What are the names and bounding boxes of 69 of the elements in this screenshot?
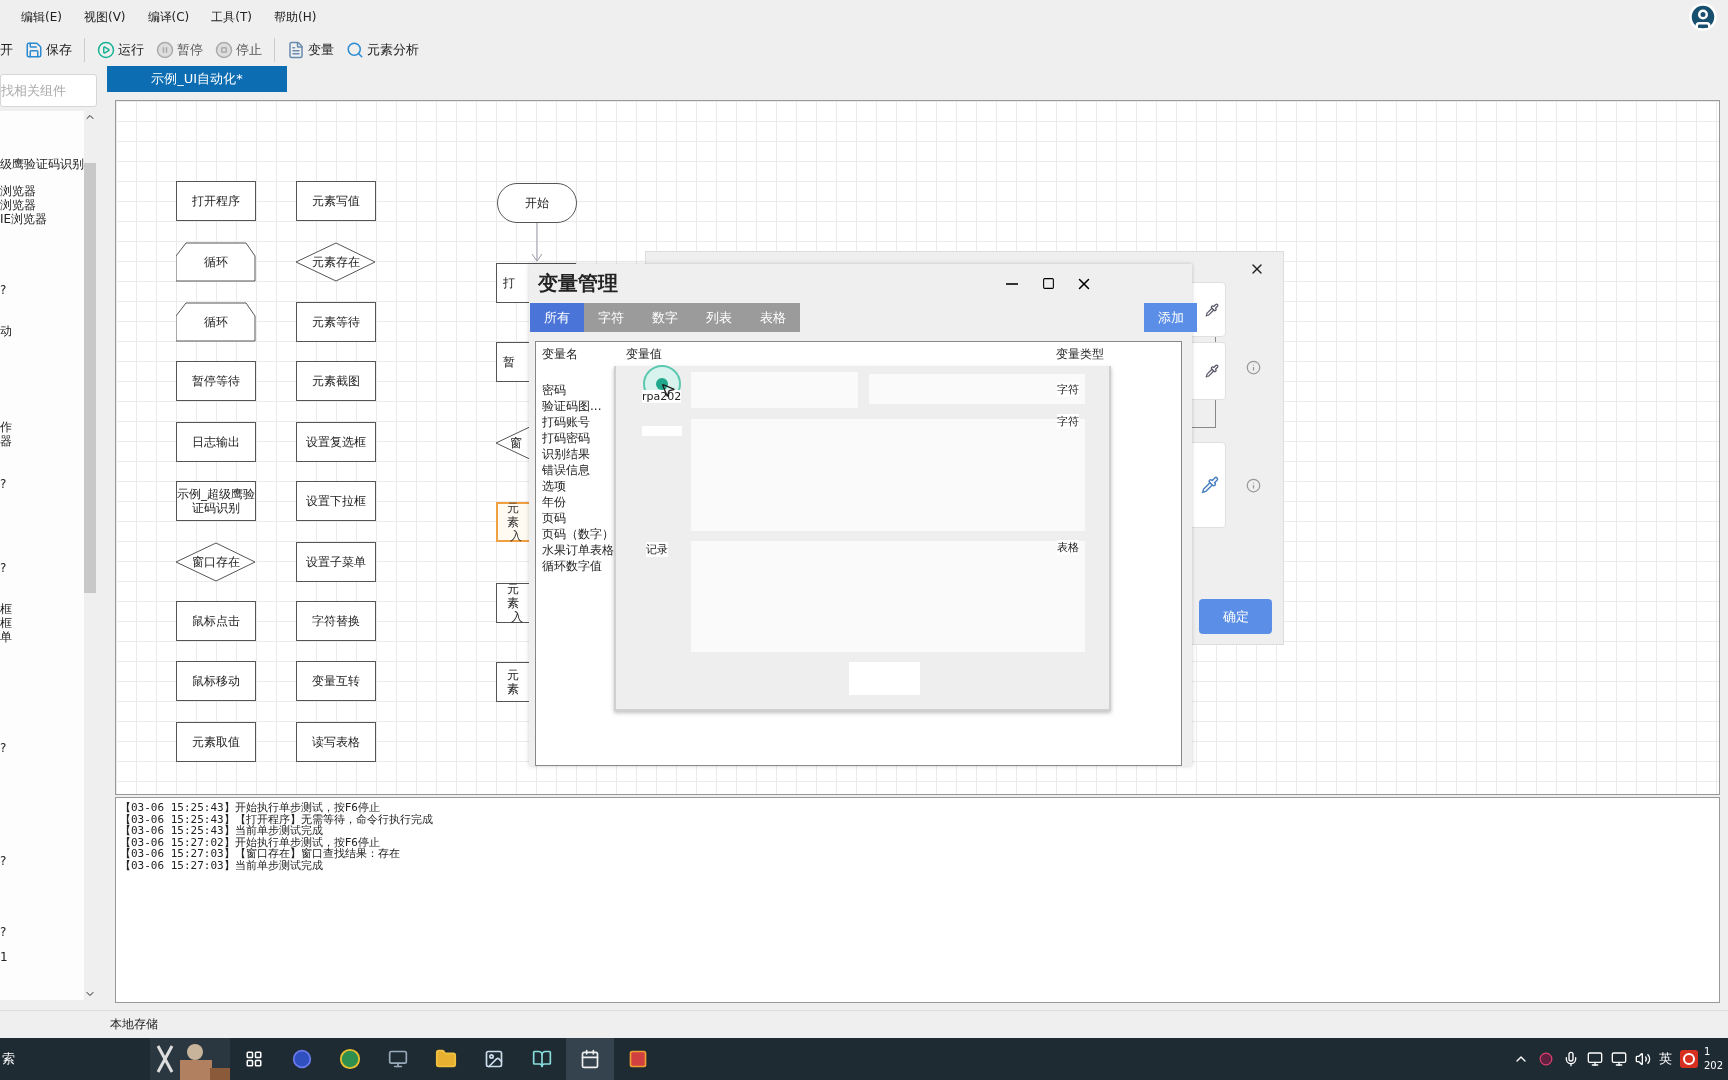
toolbar-button[interactable]: 开 xyxy=(0,41,13,59)
component-item[interactable]: 框 xyxy=(0,602,84,616)
input-language[interactable]: 英 xyxy=(1659,1050,1672,1068)
component-item[interactable]: 1 xyxy=(0,950,84,964)
component-item[interactable]: IE浏览器 xyxy=(0,212,84,226)
status-text: 本地存储 xyxy=(110,1016,158,1033)
log-line: 【03-06 15:27:02】开始执行单步测试，按F6停止 xyxy=(120,836,380,849)
component-item[interactable]: ? xyxy=(0,283,84,297)
component-item[interactable]: 框 xyxy=(0,616,84,630)
component-item[interactable]: 级鹰验证码识别 xyxy=(0,157,84,171)
value-text: rpa202 xyxy=(642,390,682,403)
palette-node[interactable]: 打开程序 xyxy=(176,181,256,221)
menu-item[interactable]: 工具(T) xyxy=(211,8,252,26)
search-text[interactable]: 索 xyxy=(0,1050,150,1068)
log-line: 【03-06 15:27:03】【窗口存在】窗口查找结果：存在 xyxy=(120,848,401,860)
palette-node[interactable]: 元素取值 xyxy=(176,722,256,762)
palette-node[interactable]: 变量互转 xyxy=(296,661,376,701)
log-line: 【03-06 15:27:03】当前单步测试完成 xyxy=(120,859,323,872)
palette-node[interactable]: 窗口存在 xyxy=(176,542,256,582)
palette-node[interactable]: 元素存在 xyxy=(296,242,376,282)
palette-node[interactable]: 日志输出 xyxy=(176,422,256,462)
menu-item[interactable]: 编译(C) xyxy=(147,8,190,26)
toolbar-button[interactable]: 保存 xyxy=(25,41,72,59)
menu-item[interactable]: 编辑(E) xyxy=(21,8,62,26)
column-header: 变量名 xyxy=(542,345,579,363)
toolbar-button[interactable]: 变量 xyxy=(287,41,334,59)
component-item[interactable]: ? xyxy=(0,925,84,939)
menu-item[interactable]: 帮助(H) xyxy=(274,8,317,26)
log-line: 【03-06 15:25:43】开始执行单步测试，按F6停止 xyxy=(120,802,381,814)
component-item[interactable]: 动 xyxy=(0,324,84,338)
palette-node[interactable]: 设置下拉框 xyxy=(296,481,376,521)
document-tab[interactable]: 示例_UI自动化* xyxy=(107,66,287,92)
palette-node[interactable]: 鼠标点击 xyxy=(176,601,256,641)
clock[interactable]: 1 202 xyxy=(1704,1045,1728,1073)
toolbar-button[interactable]: 元素分析 xyxy=(346,41,419,59)
search-field[interactable]: 找相关组件 xyxy=(0,74,97,107)
component-item[interactable]: ? xyxy=(0,741,84,755)
start-node: 开始 xyxy=(497,183,577,223)
component-item[interactable]: 浏览器 xyxy=(0,198,84,212)
palette-node[interactable]: 设置子菜单 xyxy=(296,542,376,582)
toolbar-button[interactable]: 运行 xyxy=(97,41,144,59)
component-item[interactable]: 单 xyxy=(0,630,84,644)
menu-item[interactable]: 视图(V) xyxy=(83,8,126,26)
component-item[interactable]: ? xyxy=(0,854,84,868)
type-text: 字符 xyxy=(1057,382,1079,397)
value-text: 记录 xyxy=(646,542,668,557)
filter-tab[interactable]: 所有 xyxy=(530,303,584,332)
palette-node[interactable]: 元素写值 xyxy=(296,181,376,221)
component-item[interactable]: 作 xyxy=(0,420,84,434)
palette-node[interactable]: 字符替换 xyxy=(296,601,376,641)
column-header: 变量值 xyxy=(626,345,663,363)
log-line: 【03-06 15:25:43】【打开程序】无需等待，命令行执行完成 xyxy=(120,813,434,826)
palette-node[interactable]: 循环 xyxy=(176,242,256,282)
palette-node[interactable]: 读写表格 xyxy=(296,722,376,762)
palette-node[interactable]: 鼠标移动 xyxy=(176,661,256,701)
palette-node[interactable]: 暂停等待 xyxy=(176,361,256,401)
palette-node[interactable]: 元素截图 xyxy=(296,361,376,401)
type-text: 字符 xyxy=(1057,414,1079,429)
palette-node[interactable]: 示例_超级鹰验 证码识别 xyxy=(176,481,256,521)
component-item[interactable]: 器 xyxy=(0,434,84,448)
component-item[interactable]: ? xyxy=(0,477,84,491)
type-text: 表格 xyxy=(1057,540,1079,555)
palette-node[interactable]: 设置复选框 xyxy=(296,422,376,462)
component-item[interactable]: 浏览器 xyxy=(0,184,84,198)
column-header: 变量类型 xyxy=(1056,345,1105,363)
palette-node[interactable]: 元素等待 xyxy=(296,302,376,342)
log-line: 【03-06 15:25:43】当前单步测试完成 xyxy=(120,825,323,837)
palette-node[interactable]: 循环 xyxy=(176,302,256,342)
component-item[interactable]: ? xyxy=(0,561,84,575)
